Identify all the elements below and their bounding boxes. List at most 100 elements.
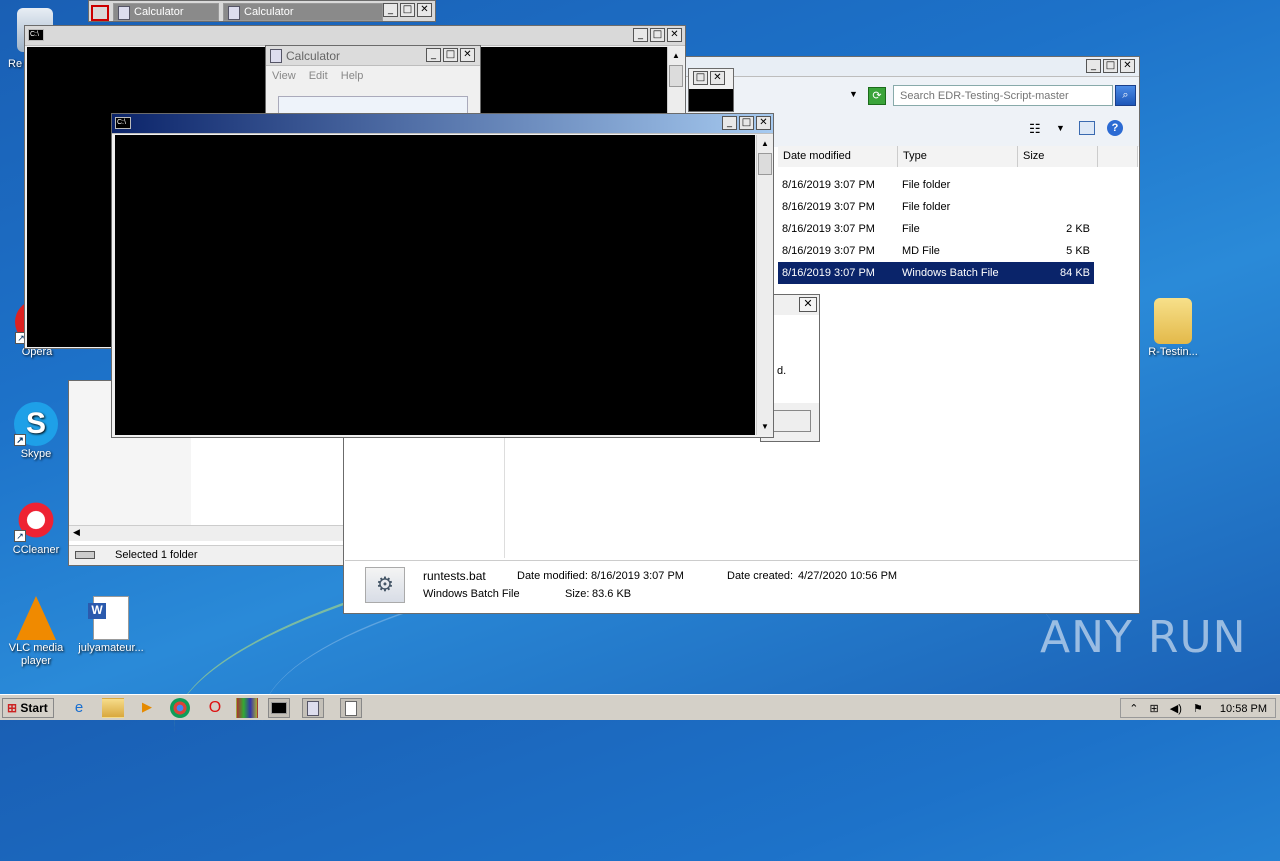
preview-pane-icon[interactable]: [1079, 121, 1095, 135]
minimize-button[interactable]: _: [383, 3, 398, 17]
show-hidden-icons-icon[interactable]: ⌃: [1129, 703, 1138, 715]
file-date: 8/16/2019 3:07 PM: [782, 223, 875, 235]
vertical-scrollbar[interactable]: ▲ ▼: [756, 135, 773, 435]
calculator-display: [278, 96, 468, 114]
column-header-type[interactable]: Type: [898, 146, 1018, 167]
media-player-icon[interactable]: ▶: [136, 698, 158, 718]
console-window-fragment: □ ✕: [688, 68, 734, 112]
command-prompt-taskbar-icon[interactable]: [268, 698, 290, 718]
scroll-thumb[interactable]: [669, 65, 683, 87]
details-file-name: runtests.bat: [423, 569, 486, 583]
calculator-icon: [228, 6, 240, 20]
file-size: 5 KB: [1066, 245, 1090, 257]
scroll-up-icon[interactable]: ▲: [757, 135, 773, 152]
file-explorer-icon[interactable]: [102, 698, 124, 718]
shortcut-arrow-icon: ↗: [14, 434, 26, 446]
file-date: 8/16/2019 3:07 PM: [782, 201, 875, 213]
word-document-icon: W: [88, 596, 129, 640]
calculator-tab-1[interactable]: Calculator: [113, 3, 219, 21]
ccleaner-icon: ↗: [14, 498, 58, 542]
column-header-date[interactable]: Date modified: [778, 146, 898, 167]
file-row[interactable]: 8/16/2019 3:07 PM File 2 KB: [778, 218, 1094, 240]
calculator-icon: [270, 49, 282, 63]
red-square-fragment: [91, 5, 109, 21]
internet-explorer-icon[interactable]: e: [68, 698, 90, 718]
opera-taskbar-icon[interactable]: O: [204, 698, 226, 718]
column-header-blank: [1098, 146, 1138, 167]
details-pane: ⚙ runtests.bat Windows Batch File Date m…: [345, 560, 1138, 612]
close-button[interactable]: ✕: [417, 3, 432, 17]
calculator-tab-2[interactable]: Calculator: [223, 3, 383, 21]
chrome-icon[interactable]: [170, 698, 190, 718]
view-options-icon[interactable]: ☷: [1029, 121, 1041, 137]
details-date-created-label: Date created:: [727, 570, 794, 582]
status-text: Selected 1 folder: [115, 549, 198, 561]
file-row-selected[interactable]: 8/16/2019 3:07 PM Windows Batch File 84 …: [778, 262, 1094, 284]
desktop-icon-label: VLC media player: [8, 642, 64, 667]
console-output: [689, 89, 733, 111]
minimize-button[interactable]: _: [426, 48, 441, 62]
calculator-title: Calculator: [286, 49, 341, 63]
status-bar: Selected 1 folder: [69, 545, 343, 565]
details-size-value: 83.6 KB: [592, 588, 632, 600]
details-date-modified-value: 8/16/2019 3:07 PM: [591, 570, 684, 582]
file-row[interactable]: 8/16/2019 3:07 PM File folder: [778, 174, 1094, 196]
minimize-button[interactable]: _: [633, 28, 648, 42]
maximize-button[interactable]: □: [739, 116, 754, 130]
network-icon[interactable]: ⊞: [1150, 703, 1159, 715]
menu-help[interactable]: Help: [341, 70, 364, 82]
desktop-icon-folder[interactable]: R-Testin...: [1138, 298, 1208, 358]
calculator-tab-label: Calculator: [134, 6, 184, 18]
column-header-size[interactable]: Size: [1018, 146, 1098, 167]
address-dropdown-icon[interactable]: ▼: [849, 89, 858, 99]
file-type: File: [902, 223, 920, 235]
scroll-thumb[interactable]: [758, 153, 772, 175]
close-button[interactable]: ✕: [667, 28, 682, 42]
clock[interactable]: 10:58 PM: [1220, 703, 1267, 715]
refresh-icon[interactable]: ⟳: [868, 87, 886, 105]
document-taskbar-icon[interactable]: [340, 698, 362, 718]
volume-icon[interactable]: ◀): [1170, 703, 1182, 715]
close-button[interactable]: ✕: [460, 48, 475, 62]
scroll-down-icon[interactable]: ▼: [757, 418, 773, 435]
close-button[interactable]: ✕: [756, 116, 771, 130]
close-button[interactable]: ✕: [1120, 59, 1135, 73]
maximize-button[interactable]: □: [650, 28, 665, 42]
scroll-left-icon[interactable]: ◀: [73, 527, 80, 538]
drive-icon: [75, 551, 95, 559]
minimize-button[interactable]: _: [722, 116, 737, 130]
desktop-icon-word-doc[interactable]: W julyamateur...: [76, 596, 146, 654]
menu-edit[interactable]: Edit: [309, 70, 328, 82]
calculator-icon: [118, 6, 130, 20]
close-button[interactable]: ✕: [710, 71, 725, 85]
calculator-window: Calculator _ □ ✕ View Edit Help: [265, 45, 481, 115]
winrar-icon[interactable]: [236, 698, 258, 718]
action-center-flag-icon[interactable]: ⚑: [1193, 703, 1203, 715]
close-button[interactable]: ✕: [799, 297, 817, 312]
desktop-icon-ccleaner[interactable]: ↗ CCleaner: [1, 498, 71, 556]
console-output[interactable]: [115, 135, 755, 435]
file-type: File folder: [902, 201, 951, 213]
file-row[interactable]: 8/16/2019 3:07 PM File folder: [778, 196, 1094, 218]
desktop-icon-label: R-Testin...: [1148, 346, 1198, 358]
horizontal-scrollbar[interactable]: ◀: [69, 525, 343, 541]
file-type: MD File: [902, 245, 940, 257]
file-row[interactable]: 8/16/2019 3:07 PM MD File 5 KB: [778, 240, 1094, 262]
scroll-up-icon[interactable]: ▲: [668, 47, 684, 64]
shortcut-arrow-icon: ↗: [14, 530, 26, 542]
view-dropdown-icon[interactable]: ▼: [1056, 123, 1065, 133]
desktop-icon-vlc[interactable]: VLC media player: [1, 596, 71, 668]
maximize-button[interactable]: □: [400, 3, 415, 17]
minimize-button[interactable]: _: [1086, 59, 1101, 73]
search-icon[interactable]: ⌕: [1115, 85, 1136, 106]
desktop-icon-skype[interactable]: S ↗ Skype: [1, 402, 71, 460]
calculator-taskbar-icon[interactable]: [302, 698, 324, 718]
maximize-button[interactable]: □: [1103, 59, 1118, 73]
calculator-tab-label: Calculator: [244, 6, 294, 18]
maximize-button[interactable]: □: [693, 71, 708, 85]
start-button[interactable]: ⊞ Start: [2, 698, 54, 718]
help-icon[interactable]: ?: [1107, 120, 1123, 136]
menu-view[interactable]: View: [272, 70, 296, 82]
search-input[interactable]: [893, 85, 1113, 106]
maximize-button[interactable]: □: [443, 48, 458, 62]
